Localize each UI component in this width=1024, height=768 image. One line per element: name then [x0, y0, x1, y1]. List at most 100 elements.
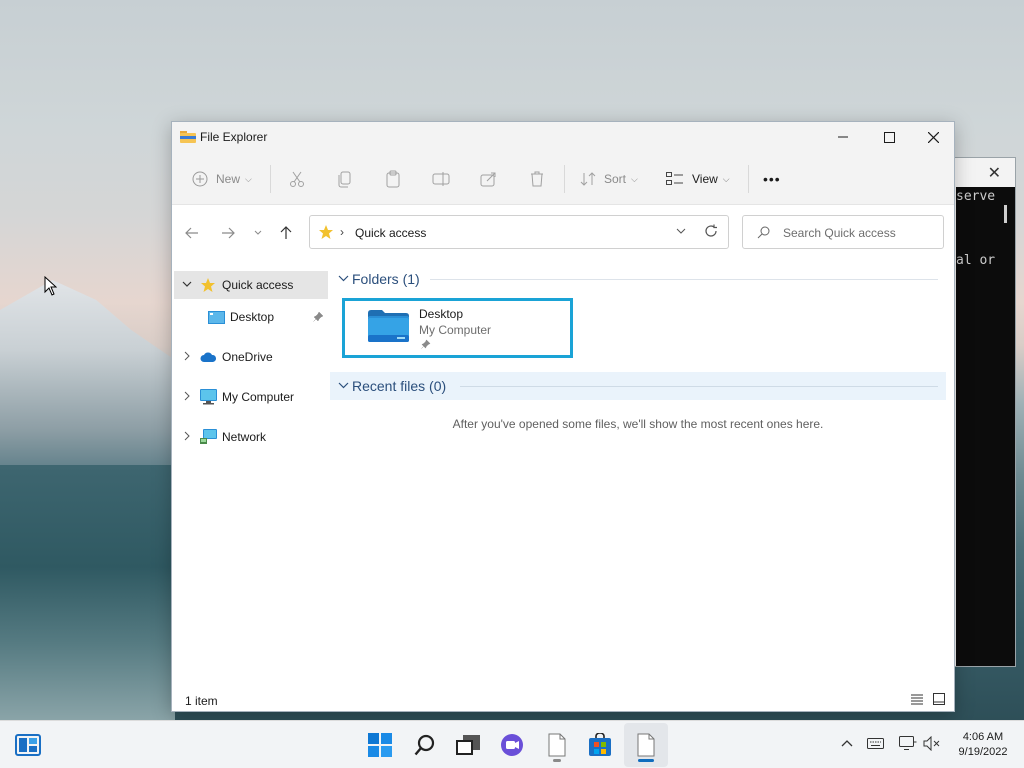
sort-label: Sort [604, 172, 627, 186]
sort-button[interactable]: Sort ⌵ [580, 166, 638, 192]
back-button[interactable] [182, 223, 202, 243]
close-icon [927, 131, 939, 143]
search-box[interactable]: Search Quick access [742, 215, 944, 249]
folder-name: Desktop [419, 307, 464, 321]
terminal-scrollbar[interactable] [1004, 205, 1007, 223]
star-icon [319, 225, 333, 239]
terminal-content[interactable]: serve al or [956, 187, 1015, 666]
copy-button[interactable] [336, 166, 354, 192]
terminal-close-icon[interactable]: ✕ [988, 163, 1001, 183]
file-icon [548, 733, 566, 757]
chat-button[interactable] [498, 731, 526, 759]
chevron-down-icon: ⌵ [631, 173, 638, 184]
chevron-down-icon [182, 281, 192, 287]
sidebar-item-onedrive[interactable]: OneDrive [174, 343, 328, 371]
paste-button[interactable] [384, 166, 402, 192]
star-icon [201, 278, 215, 292]
taskbar-app-file-active[interactable] [632, 731, 660, 759]
store-icon [589, 733, 611, 756]
file-icon [637, 733, 655, 757]
toolbar-divider [564, 165, 565, 193]
trash-icon [531, 171, 543, 187]
view-button[interactable]: View ⌵ [666, 166, 730, 192]
taskbar: 4:06 AM 9/19/2022 [0, 720, 1024, 768]
rename-button[interactable] [432, 166, 450, 192]
delete-button[interactable] [528, 166, 546, 192]
recent-locations-button[interactable] [248, 223, 268, 243]
start-button[interactable] [366, 731, 394, 759]
chevron-down-icon[interactable] [676, 226, 686, 236]
terminal-line: serve [956, 189, 996, 204]
store-button[interactable] [586, 731, 614, 759]
search-taskbar-button[interactable] [411, 731, 439, 759]
breadcrumb-separator: › [340, 225, 344, 239]
chevron-right-icon [184, 351, 190, 361]
maximize-icon [883, 131, 895, 143]
plus-circle-icon [192, 171, 208, 187]
volume-muted-icon[interactable] [923, 736, 941, 751]
desktop-folder-icon [368, 310, 409, 342]
refresh-icon[interactable] [704, 224, 718, 238]
group-divider [430, 279, 938, 280]
more-options-button[interactable]: ••• [763, 166, 781, 192]
active-indicator [638, 759, 654, 762]
lake-landscape [0, 465, 175, 720]
task-view-button[interactable] [454, 731, 482, 759]
sidebar-item-network[interactable]: Network [174, 423, 328, 451]
more-icon: ••• [763, 171, 781, 187]
pin-icon[interactable] [313, 311, 324, 322]
chevron-down-icon: ⌵ [722, 173, 730, 184]
address-row: › Quick access Search Quick access [172, 205, 954, 259]
search-input[interactable]: Search Quick access [783, 226, 896, 240]
terminal-window[interactable]: ✕ serve al or [952, 157, 1016, 667]
chevron-down-icon [338, 275, 349, 282]
widgets-button[interactable] [14, 731, 42, 759]
chevron-down-icon [254, 230, 262, 235]
sidebar-item-label: OneDrive [222, 350, 273, 364]
address-bar[interactable]: › Quick access [309, 215, 729, 249]
share-icon [480, 172, 496, 187]
sidebar-item-desktop[interactable]: Desktop [174, 303, 328, 331]
folders-group-header[interactable]: Folders (1) [330, 265, 946, 293]
cut-button[interactable] [288, 166, 306, 192]
share-button[interactable] [480, 166, 498, 192]
sidebar-item-label: My Computer [222, 390, 295, 404]
close-button[interactable] [910, 122, 956, 152]
tiles-view-icon[interactable] [933, 693, 945, 705]
running-indicator [553, 759, 561, 762]
sidebar-item-my-computer[interactable]: My Computer [174, 383, 328, 411]
keyboard-icon[interactable] [867, 738, 884, 749]
forward-button[interactable] [218, 223, 238, 243]
search-icon [757, 226, 770, 239]
folder-tile-desktop[interactable]: Desktop My Computer [342, 298, 573, 358]
system-clock[interactable]: 4:06 AM 9/19/2022 [948, 730, 1018, 760]
folder-location: My Computer [419, 323, 492, 337]
breadcrumb-quick-access[interactable]: Quick access [355, 226, 426, 240]
details-view-icon[interactable] [911, 694, 923, 705]
terminal-line: al or [956, 253, 996, 268]
file-explorer-window: File Explorer New ⌵ Sort ⌵ View ⌵ ••• › … [171, 121, 955, 712]
content-pane[interactable]: Folders (1) Desktop My Computer Recent f… [330, 259, 955, 689]
sidebar-item-label: Desktop [230, 310, 275, 324]
recent-files-group-header[interactable]: Recent files (0) [330, 372, 946, 400]
clipboard-icon [386, 170, 400, 188]
chevron-down-icon: ⌵ [245, 173, 252, 184]
status-bar: 1 item [172, 689, 954, 711]
command-bar: New ⌵ Sort ⌵ View ⌵ ••• [172, 152, 954, 205]
view-label: View [692, 172, 718, 186]
pin-icon [421, 339, 431, 349]
new-label: New [216, 172, 241, 186]
chevron-up-icon[interactable] [841, 739, 853, 747]
minimize-button[interactable] [820, 122, 866, 152]
sidebar-item-label: Network [222, 430, 267, 444]
arrow-left-icon [185, 227, 198, 239]
group-divider [460, 386, 938, 387]
taskbar-app-file[interactable] [543, 731, 571, 759]
explorer-titlebar[interactable]: File Explorer [172, 122, 954, 152]
maximize-button[interactable] [866, 122, 912, 152]
sidebar-item-quick-access[interactable]: Quick access [174, 271, 328, 299]
terminal-titlebar[interactable]: ✕ [953, 158, 1015, 187]
new-button[interactable]: New ⌵ [192, 166, 252, 192]
network-status-icon[interactable] [899, 736, 917, 751]
up-button[interactable] [276, 223, 296, 243]
